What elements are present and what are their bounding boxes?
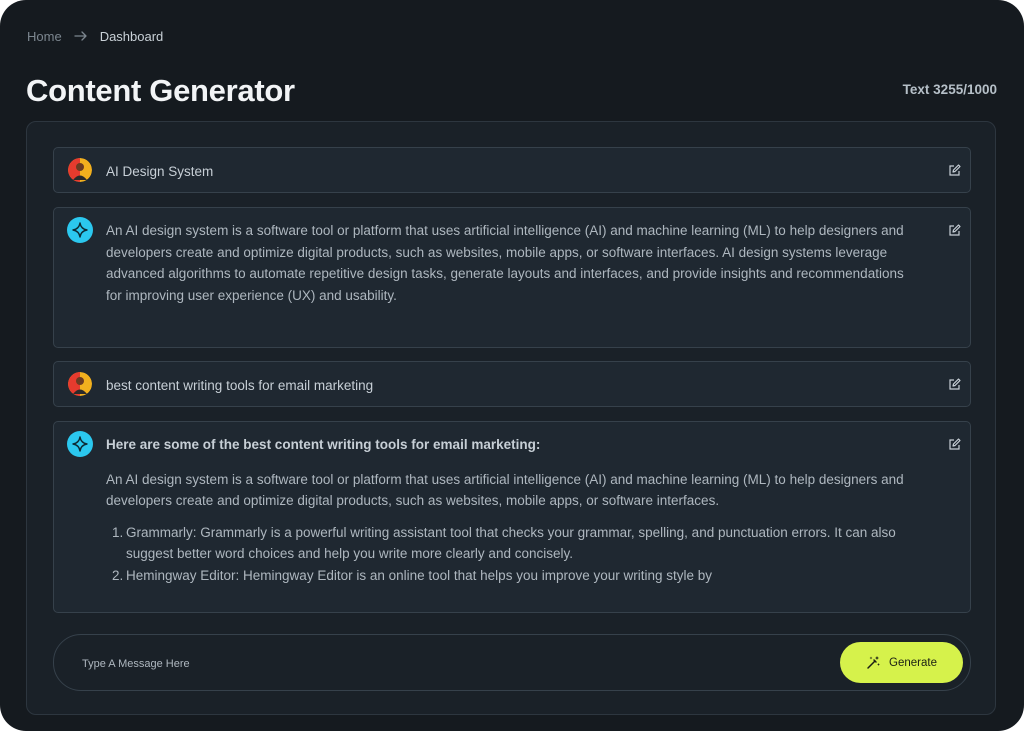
list-number: 2. — [112, 567, 124, 583]
edit-icon[interactable] — [948, 164, 961, 177]
generate-button[interactable]: Generate — [840, 642, 963, 683]
user-avatar — [68, 372, 92, 396]
magic-wand-icon — [867, 656, 881, 669]
ai-response-intro: An AI design system is a software tool o… — [106, 471, 904, 509]
list-item: 2. Hemingway Editor: Hemingway Editor is… — [112, 565, 922, 587]
chat-panel: AI Design System An AI design system is … — [26, 121, 996, 715]
page-title: Content Generator — [26, 73, 295, 108]
message-composer: Generate — [53, 634, 971, 691]
edit-icon[interactable] — [948, 224, 961, 237]
sparkle-icon — [67, 431, 93, 457]
ai-message-text: An AI design system is a software tool o… — [106, 223, 904, 303]
breadcrumb-current: Dashboard — [99, 28, 164, 44]
breadcrumb: Home Dashboard — [27, 28, 163, 44]
ai-response-heading: Here are some of the best content writin… — [106, 437, 541, 452]
list-number: 1. — [112, 524, 124, 540]
user-avatar — [68, 158, 92, 182]
arrow-right-icon — [74, 31, 87, 41]
tools-list: 1. Grammarly: Grammarly is a powerful wr… — [106, 522, 922, 587]
sparkle-icon — [67, 217, 93, 243]
message-input[interactable] — [80, 653, 684, 675]
list-item: 1. Grammarly: Grammarly is a powerful wr… — [112, 522, 922, 565]
user-message: best content writing tools for email mar… — [53, 361, 971, 407]
ai-message-body: Here are some of the best content writin… — [106, 434, 922, 586]
list-item-text: Hemingway Editor: Hemingway Editor is an… — [126, 567, 713, 583]
user-message: AI Design System — [53, 147, 971, 193]
generate-button-label: Generate — [889, 656, 937, 669]
user-message-text: AI Design System — [106, 164, 214, 179]
ai-message: Here are some of the best content writin… — [53, 421, 971, 613]
edit-icon[interactable] — [948, 378, 961, 391]
app-window: Home Dashboard Content Generator Text 32… — [0, 0, 1024, 731]
breadcrumb-home[interactable]: Home — [27, 29, 62, 44]
user-message-text: best content writing tools for email mar… — [106, 378, 374, 393]
ai-message: An AI design system is a software tool o… — [53, 207, 971, 348]
list-item-text: Grammarly: Grammarly is a powerful writi… — [126, 524, 896, 562]
text-counter: Text 3255/1000 — [902, 82, 997, 97]
edit-icon[interactable] — [948, 438, 961, 451]
